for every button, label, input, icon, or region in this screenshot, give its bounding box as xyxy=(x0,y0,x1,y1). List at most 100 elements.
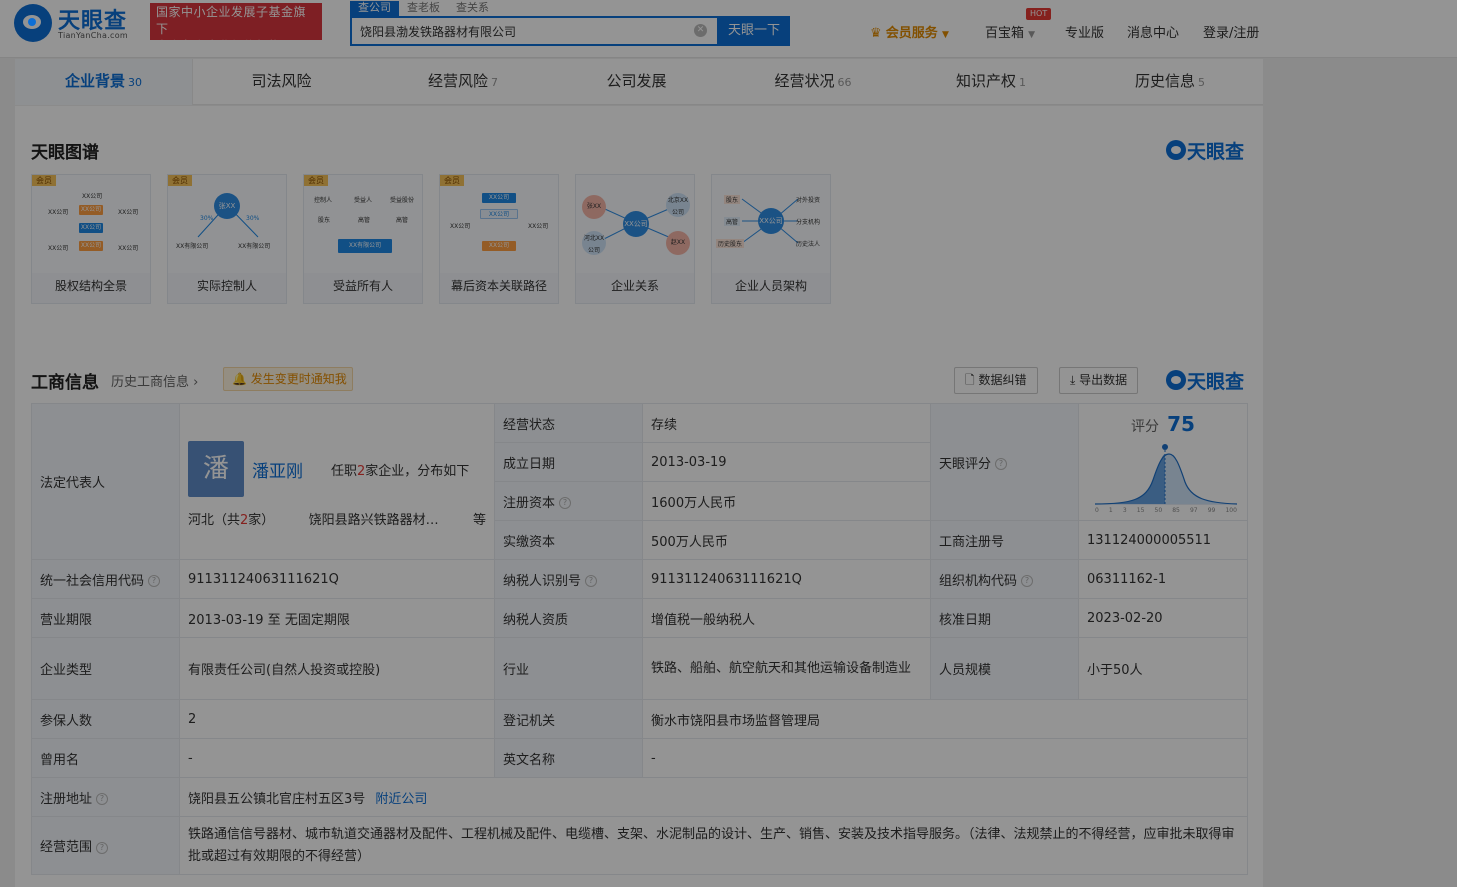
table-row: 法定代表人 潘 潘亚刚 任职2家企业，分布如下 河北（共2家） 饶阳县路兴铁路器… xyxy=(31,403,1248,560)
tab-operation[interactable]: 经营状况 66 xyxy=(723,59,903,105)
former-name-label: 曾用名 xyxy=(31,738,180,778)
card-label: 企业关系 xyxy=(610,279,659,293)
legal-rep-name[interactable]: 潘亚刚 xyxy=(252,457,303,482)
tab-background[interactable]: 企业背景 30 xyxy=(15,59,193,105)
nearby-companies-link[interactable]: 附近公司 xyxy=(375,792,427,807)
help-icon[interactable]: ? xyxy=(585,575,598,587)
approve-date-label: 核准日期 xyxy=(930,598,1079,638)
export-data-button[interactable]: ⤓ 导出数据 xyxy=(1059,367,1139,394)
clear-icon[interactable]: ✕ xyxy=(694,24,707,37)
badge-line-2: 官方备案企业征信机构 xyxy=(156,39,282,53)
staff-size-value: 小于50人 xyxy=(1078,637,1248,700)
graph-card-relations[interactable]: 张XX 北京XX公司 XX公司 河北XX公司 赵XX 企业关系 xyxy=(575,174,695,304)
controller-lines xyxy=(197,204,259,238)
chevron-right-icon: › xyxy=(189,375,199,390)
taxpayer-id-label: 纳税人识别号? xyxy=(494,559,643,599)
top-header: 天眼查 TianYanCha.com 国家中小企业发展子基金旗下 官方备案企业征… xyxy=(0,0,1457,58)
graph-card-controller[interactable]: 张XX 30% 30% XX有限公司 XX有限公司 会员 实际控制人 xyxy=(167,174,287,304)
staff-size-label: 人员规模 xyxy=(930,637,1079,700)
tab-history[interactable]: 历史信息 5 xyxy=(1079,59,1261,105)
relations-thumbnail: 张XX 北京XX公司 XX公司 河北XX公司 赵XX xyxy=(576,175,694,273)
controller-thumbnail: 张XX 30% 30% XX有限公司 XX有限公司 xyxy=(168,175,286,273)
status-value: 存续 xyxy=(642,403,931,443)
found-date-label: 成立日期 xyxy=(494,442,643,482)
status-label: 经营状态 xyxy=(494,403,643,443)
biz-brand: 天眼查 xyxy=(1166,369,1248,393)
search-tab-relation[interactable]: 查关系 xyxy=(448,1,497,16)
caret-down-icon: ▼ xyxy=(941,30,949,40)
report-error-button[interactable]: 🗋 数据纠错 xyxy=(954,367,1038,394)
legal-rep-label: 法定代表人 xyxy=(31,403,180,560)
help-icon[interactable]: ? xyxy=(96,793,109,805)
notify-change-button[interactable]: 🔔 发生变更时通知我 xyxy=(223,367,353,391)
region-company[interactable]: 饶阳县路兴铁路器材… xyxy=(309,509,439,528)
reg-capital-label: 注册资本? xyxy=(494,481,643,521)
score-marker-icon xyxy=(1162,444,1168,450)
caret-down-icon: ▼ xyxy=(1028,30,1036,40)
section-tabs: 企业背景 30 司法风险 经营风险 7 公司发展 经营状况 66 知识产权 1 历史信息… xyxy=(15,59,1263,105)
document-icon: 🗋 xyxy=(965,373,975,387)
search-tab-company[interactable]: 查公司 xyxy=(350,1,399,16)
logo-eye-icon xyxy=(14,4,52,42)
help-icon[interactable]: ? xyxy=(995,458,1008,470)
tab-development[interactable]: 公司发展 xyxy=(553,59,723,105)
search-tabs: 查公司 查老板 查关系 xyxy=(350,0,497,16)
card-label: 企业人员架构 xyxy=(734,279,807,293)
authority-value: 衡水市饶阳县市场监督管理局 xyxy=(642,699,1248,739)
search-tab-boss[interactable]: 查老板 xyxy=(399,1,448,16)
region-more[interactable]: 等 xyxy=(473,509,486,528)
history-biz-link[interactable]: 历史工商信息 › xyxy=(111,371,198,390)
vip-tag: 会员 xyxy=(304,175,328,186)
help-icon[interactable]: ? xyxy=(148,575,161,587)
former-name-value: - xyxy=(179,738,495,778)
bell-icon: 🔔 xyxy=(232,372,247,386)
avatar: 潘 xyxy=(188,441,244,497)
graph-card-beneficiary[interactable]: 控制人 受益人 受益股份 股东 高管 高管 XX有限公司 会员 受益所有人 xyxy=(303,174,423,304)
english-name-label: 英文名称 xyxy=(494,738,643,778)
help-icon[interactable]: ? xyxy=(1021,575,1034,587)
reg-no-value: 131124000005511 xyxy=(1078,520,1248,560)
tianyancha-logo[interactable]: 天眼查 TianYanCha.com xyxy=(14,4,140,42)
help-icon[interactable]: ? xyxy=(96,841,109,854)
table-row: 企业类型 有限责任公司(自然人投资或控股) 行业 铁路、船舶、航空航天和其他运输… xyxy=(31,637,1248,700)
legal-rep-top: 潘 潘亚刚 任职2家企业，分布如下 xyxy=(188,441,486,497)
address-label: 注册地址? xyxy=(31,777,180,817)
org-code-label: 组织机构代码? xyxy=(930,559,1079,599)
tab-ip[interactable]: 知识产权 1 xyxy=(903,59,1079,105)
pro-version-link[interactable]: 专业版 xyxy=(1065,22,1104,41)
login-register-link[interactable]: 登录/注册 xyxy=(1203,22,1259,41)
treasure-box-link[interactable]: 百宝箱 ▼ xyxy=(985,22,1035,41)
card-label: 受益所有人 xyxy=(332,279,393,293)
graph-card-capital-path[interactable]: XX公司 XX公司 XX公司 XX公司 XX公司 会员 幕后资本关联路径 xyxy=(439,174,559,304)
score-ticks: 0 1 3 15 50 85 97 99 100 xyxy=(1095,507,1237,514)
company-type-label: 企业类型 xyxy=(31,637,180,700)
legal-rep-cell: 潘 潘亚刚 任职2家企业，分布如下 河北（共2家） 饶阳县路兴铁路器材… 等 xyxy=(179,403,495,560)
industry-value: 铁路、船舶、航空航天和其他运输设备制造业 xyxy=(642,637,931,700)
message-center-link[interactable]: 消息中心 xyxy=(1127,22,1179,41)
badge-line-1: 国家中小企业发展子基金旗下 xyxy=(156,5,307,36)
graph-card-equity[interactable]: XX公司 XX公司 XX公司 XX公司 XX公司 XX公司 XX公司 XX公司 … xyxy=(31,174,151,304)
tab-legal-risk[interactable]: 司法风险 xyxy=(193,59,373,105)
capital-path-thumbnail: XX公司 XX公司 XX公司 XX公司 XX公司 xyxy=(440,175,558,273)
found-date-value: 2013-03-19 xyxy=(642,442,931,482)
score-header: 评分 75 xyxy=(1131,412,1195,436)
legal-rep-region: 河北（共2家） 饶阳县路兴铁路器材… 等 xyxy=(188,509,486,528)
score-label-cell: 天眼评分? xyxy=(930,403,1079,521)
vip-tag: 会员 xyxy=(440,175,464,186)
distribution-area xyxy=(1095,454,1237,504)
graph-card-staff-structure[interactable]: 股东 对外投资 高管 XX公司 分支机构 历史股东 历史法人 企业人员架构 xyxy=(711,174,831,304)
tab-business-risk[interactable]: 经营风险 7 xyxy=(373,59,553,105)
search-button[interactable]: 天眼一下 xyxy=(718,16,790,46)
download-icon: ⤓ xyxy=(1070,373,1076,387)
card-label: 股权结构全景 xyxy=(54,279,127,293)
table-row: 注册地址? 饶阳县五公镇北官庄村五区3号 附近公司 xyxy=(31,777,1248,817)
search-input[interactable] xyxy=(352,18,682,44)
paid-capital-value: 500万人民币 xyxy=(642,520,931,560)
table-row: 曾用名 - 英文名称 - xyxy=(31,738,1248,778)
biz-section-title: 工商信息 xyxy=(31,373,99,393)
equity-structure-thumbnail: XX公司 XX公司 XX公司 XX公司 XX公司 XX公司 XX公司 XX公司 xyxy=(32,175,150,273)
graph-section-title: 天眼图谱 xyxy=(31,143,99,163)
help-icon[interactable]: ? xyxy=(559,497,572,509)
vip-service-link[interactable]: ♛ 会员服务 ▼ xyxy=(870,22,949,41)
business-info-table: 法定代表人 潘 潘亚刚 任职2家企业，分布如下 河北（共2家） 饶阳县路兴铁路器… xyxy=(31,403,1248,875)
